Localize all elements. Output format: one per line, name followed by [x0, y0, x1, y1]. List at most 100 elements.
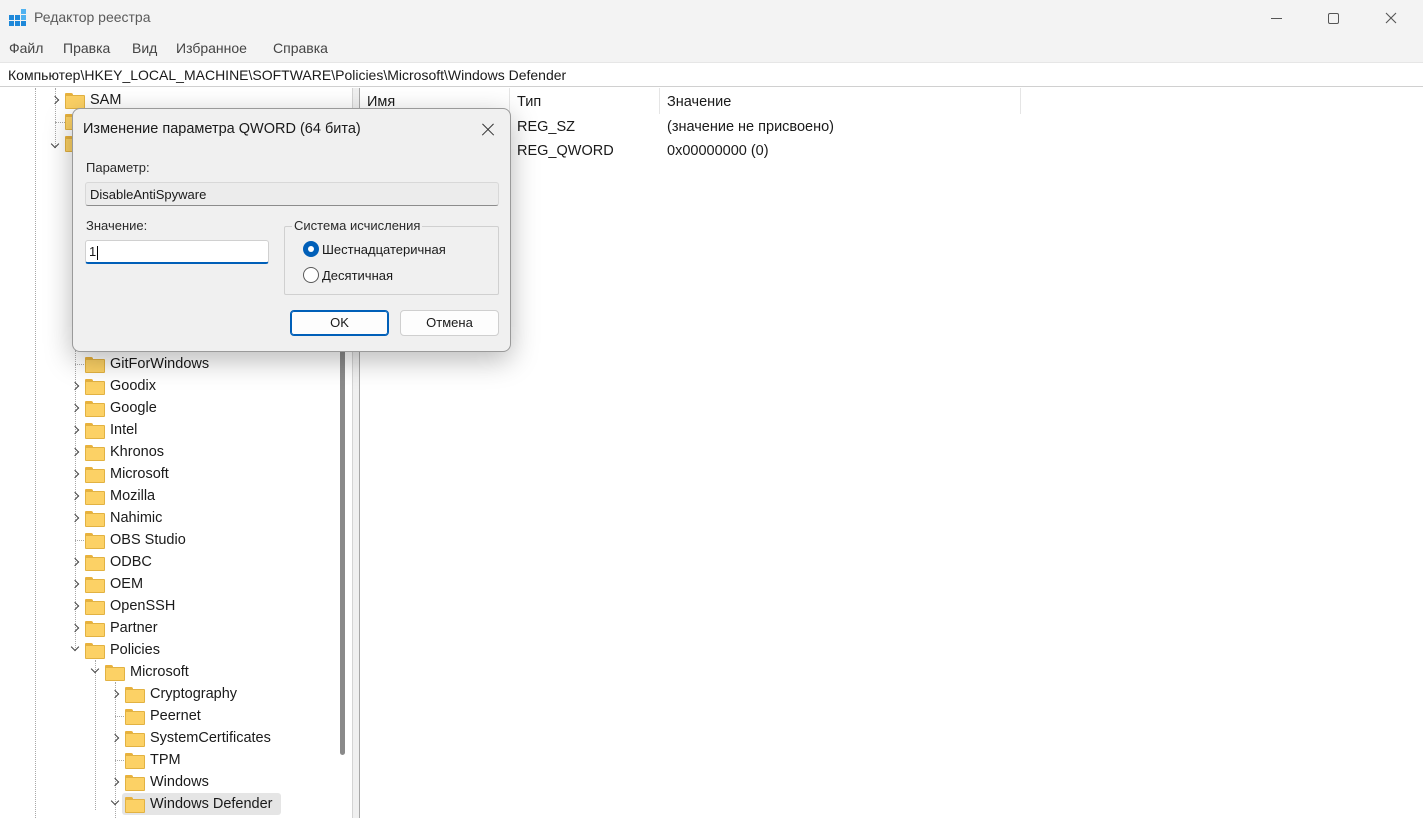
value-label: Значение: [86, 218, 148, 233]
tree-guide [75, 364, 84, 365]
tree-node-label: OEM [110, 576, 144, 592]
folder-icon [85, 511, 105, 527]
tree-guide [115, 716, 124, 717]
text-caret [97, 245, 99, 260]
menu-favorites[interactable]: Избранное [176, 40, 247, 56]
tree-node-label: Partner [110, 620, 158, 636]
close-window-button[interactable] [1362, 0, 1420, 36]
tree-node-label: Cryptography [150, 686, 238, 702]
tree-node-label: Google [110, 400, 157, 416]
menu-view[interactable]: Вид [132, 40, 157, 56]
folder-icon [85, 445, 105, 461]
chevron-right-icon[interactable] [51, 95, 61, 105]
tree-node-label: Intel [110, 422, 138, 438]
folder-icon [85, 423, 105, 439]
folder-icon [85, 643, 105, 659]
tree-node-label: GitForWindows [110, 356, 210, 372]
chevron-right-icon[interactable] [71, 403, 81, 413]
tree-guide [95, 660, 96, 810]
chevron-down-icon[interactable] [50, 141, 60, 151]
chevron-down-icon[interactable] [90, 666, 100, 676]
chevron-right-icon[interactable] [71, 557, 81, 567]
chevron-right-icon[interactable] [71, 601, 81, 611]
row-value[interactable]: 0x00000000 (0) [667, 143, 769, 159]
row-type[interactable]: REG_QWORD [517, 143, 614, 159]
tree-guide [115, 760, 124, 761]
tree-node-label: ODBC [110, 554, 152, 570]
chevron-right-icon[interactable] [71, 447, 81, 457]
menu-file[interactable]: Файл [9, 40, 43, 56]
regedit-app-icon [9, 9, 27, 27]
row-value[interactable]: (значение не присвоено) [667, 119, 834, 135]
tree-node-label: OpenSSH [110, 598, 176, 614]
folder-icon [85, 357, 105, 373]
folder-icon [125, 709, 145, 725]
chevron-right-icon[interactable] [71, 513, 81, 523]
tree-guide [75, 540, 84, 541]
radio-hexadecimal[interactable] [303, 241, 319, 257]
base-group-label: Система исчисления [292, 218, 423, 233]
chevron-right-icon[interactable] [111, 733, 121, 743]
folder-icon [85, 401, 105, 417]
menu-help[interactable]: Справка [273, 40, 328, 56]
folder-icon [85, 599, 105, 615]
tree-node-label: Peernet [150, 708, 201, 724]
folder-icon [85, 621, 105, 637]
radio-hexadecimal-label[interactable]: Шестнадцатеричная [322, 242, 446, 257]
folder-icon [85, 467, 105, 483]
chevron-right-icon[interactable] [71, 381, 81, 391]
values-list[interactable]: Имя Тип Значение REG_SZ (значение не при… [360, 88, 1423, 818]
tree-node-label: Policies [110, 642, 160, 658]
row-type[interactable]: REG_SZ [517, 119, 575, 135]
dialog-close-button[interactable] [477, 119, 499, 141]
minimize-button[interactable] [1247, 0, 1305, 36]
ok-button[interactable]: OK [290, 310, 389, 336]
folder-icon [85, 533, 105, 549]
folder-icon [85, 489, 105, 505]
value-data-text: 1 [89, 244, 97, 259]
tree-node-label: Nahimic [110, 510, 163, 526]
param-label: Параметр: [86, 160, 150, 175]
chevron-right-icon[interactable] [71, 491, 81, 501]
tree-node-label: Windows [150, 774, 209, 790]
tree-node-label: SystemCertificates [150, 730, 271, 746]
folder-icon [85, 379, 105, 395]
cancel-button[interactable]: Отмена [400, 310, 499, 336]
chevron-right-icon[interactable] [71, 425, 81, 435]
folder-icon [125, 753, 145, 769]
value-data-input[interactable]: 1 [85, 240, 269, 264]
radio-decimal-label[interactable]: Десятичная [322, 268, 393, 283]
tree-guide [55, 122, 65, 123]
dialog-title: Изменение параметра QWORD (64 бита) [83, 121, 361, 137]
address-path[interactable]: Компьютер\HKEY_LOCAL_MACHINE\SOFTWARE\Po… [8, 67, 566, 83]
chevron-down-icon[interactable] [70, 644, 80, 654]
folder-icon [125, 775, 145, 791]
menu-edit[interactable]: Правка [63, 40, 110, 56]
maximize-icon [1327, 12, 1339, 24]
column-header-value[interactable]: Значение [660, 88, 1021, 114]
menu-bar: Файл Правка Вид Избранное Справка [0, 36, 1423, 62]
radio-decimal[interactable] [303, 267, 319, 283]
tree-node-label: Goodix [110, 378, 156, 394]
tree-node-label: OBS Studio [110, 532, 186, 548]
chevron-right-icon[interactable] [111, 777, 121, 787]
address-bar[interactable]: Компьютер\HKEY_LOCAL_MACHINE\SOFTWARE\Po… [0, 62, 1423, 87]
folder-icon [85, 555, 105, 571]
base-group [284, 226, 499, 295]
maximize-button[interactable] [1304, 0, 1362, 36]
title-bar: Редактор реестра [0, 0, 1423, 36]
chevron-right-icon[interactable] [111, 689, 121, 699]
folder-icon [125, 731, 145, 747]
folder-icon [85, 577, 105, 593]
folder-icon [65, 93, 85, 109]
column-header-type[interactable]: Тип [510, 88, 660, 114]
edit-qword-dialog: Изменение параметра QWORD (64 бита) Пара… [72, 108, 511, 352]
folder-icon [125, 687, 145, 703]
scrollbar-thumb[interactable] [340, 318, 345, 755]
tree-node-label: Mozilla [110, 488, 156, 504]
tree-guide [35, 88, 36, 818]
chevron-right-icon[interactable] [71, 623, 81, 633]
chevron-right-icon[interactable] [71, 469, 81, 479]
chevron-down-icon[interactable] [110, 798, 120, 808]
chevron-right-icon[interactable] [71, 579, 81, 589]
